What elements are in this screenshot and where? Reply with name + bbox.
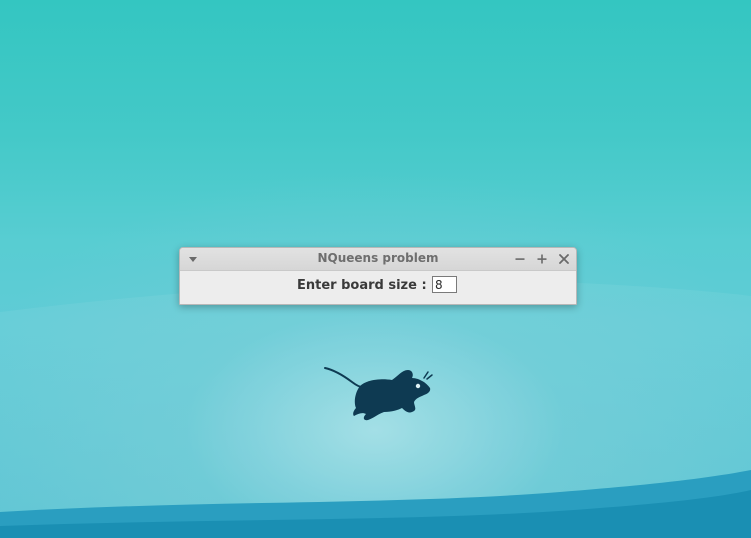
window-content: Enter board size : bbox=[180, 271, 576, 304]
maximize-icon[interactable] bbox=[536, 253, 548, 265]
window-titlebar[interactable]: NQueens problem bbox=[180, 248, 576, 271]
desktop: NQueens problem Enter board size : bbox=[0, 0, 751, 538]
minimize-icon[interactable] bbox=[514, 253, 526, 265]
xfce-mouse-logo[interactable] bbox=[322, 364, 434, 424]
board-size-label: Enter board size : bbox=[297, 278, 427, 293]
close-icon[interactable] bbox=[558, 253, 570, 265]
nqueens-window: NQueens problem Enter board size : bbox=[179, 247, 577, 305]
board-size-input[interactable] bbox=[432, 276, 457, 293]
